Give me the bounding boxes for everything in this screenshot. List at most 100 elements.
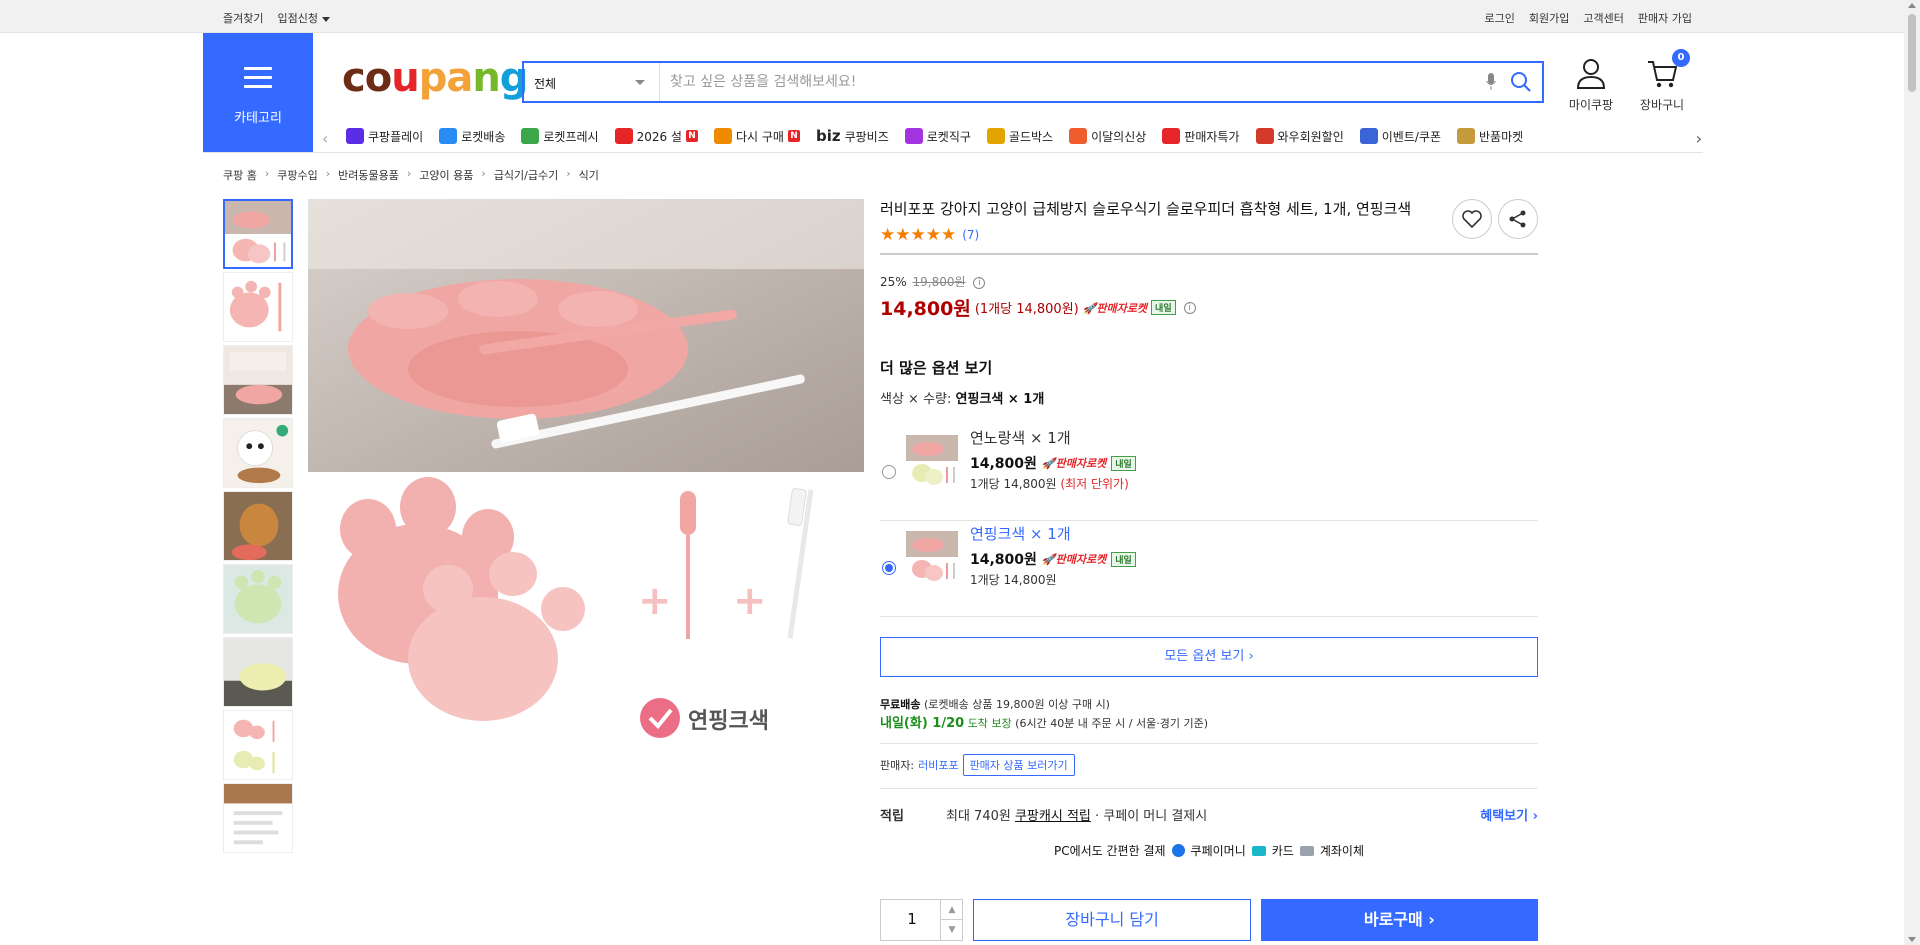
thumbnail-1[interactable] [223,199,293,269]
nav-item-11[interactable]: 이벤트/쿠폰 [1359,127,1441,145]
quantity-increase-icon[interactable]: ▲ [940,900,963,920]
quantity-value[interactable]: 1 [881,910,943,928]
breadcrumb: 쿠팡 홈 › 쿠팡수입 › 반려동물용품 › 고양이 용품 › 급식기/급수기 › 식기 [223,167,599,183]
category-button[interactable]: 카테고리 [203,33,313,152]
nav-item-0[interactable]: 쿠팡플레이 [346,127,423,145]
info-icon[interactable]: i [973,276,986,289]
option-row[interactable]: 연노랑색 × 1개 14,800원 🚀판매자로켓 내일 1개당 14,800원 (최저 … [880,427,1538,521]
option-radio[interactable] [882,561,896,575]
thumbnail-9[interactable] [223,783,293,853]
rating-stars[interactable]: ★★★★★ (7) [880,225,1538,245]
nav-item-label: 2026 설 [636,129,682,144]
seller-products-link[interactable]: 판매자 상품 보러가기 [962,754,1075,776]
thumbnail-4[interactable] [223,418,293,488]
mycoupang-button[interactable]: 마이쿠팡 [1561,58,1621,113]
page-scrollbar[interactable] [1904,0,1920,945]
option-price-row: 14,800원 🚀판매자로켓 내일 [970,453,1136,473]
seller-rocket-badge: 🚀판매자로켓 [1082,301,1148,315]
nav-item-12[interactable]: 반품마켓 [1457,127,1523,145]
scroll-up-icon[interactable] [1908,3,1916,8]
search-input[interactable] [670,71,1470,93]
arrive-tomorrow-badge: 내일 [1151,300,1176,315]
points-suffix: · 쿠페이 머니 결제시 [1090,809,1208,824]
breadcrumb-separator-icon: › [406,167,412,180]
card-icon [1251,845,1266,856]
nav-item-label: 반품마켓 [1479,129,1524,144]
thumbnail-3[interactable] [223,345,293,415]
arrive-tomorrow-badge: 내일 [1111,551,1136,567]
nav-item-label: 이달의신상 [1091,129,1147,144]
nav-item-2[interactable]: 로켓프레시 [521,127,599,145]
nav-item-1[interactable]: 로켓배송 [439,127,505,145]
buy-now-button[interactable]: 바로구매 › [1260,899,1538,941]
payment-method-coupay: 쿠페이머니 [1190,844,1246,858]
share-button[interactable] [1498,199,1538,239]
nav-item-6[interactable]: 로켓직구 [904,127,971,145]
search-icon[interactable] [1510,71,1532,93]
breadcrumb-item[interactable]: 쿠팡수입 [277,167,317,183]
wishlist-button[interactable] [1452,199,1492,239]
option-radio[interactable] [882,465,896,479]
option-unit-price: 1개당 14,800원 [970,573,1057,587]
arrive-tomorrow-badge: 내일 [1111,455,1136,471]
breadcrumb-item[interactable]: 반려동물용품 [338,167,399,183]
thumbnail-6[interactable] [223,564,293,634]
coupang-cash-link[interactable]: 쿠팡캐시 적립 [1015,809,1091,824]
nav-item-label: 골드박스 [1008,129,1054,144]
login-link[interactable]: 로그인 [1485,10,1515,26]
nav-item-9[interactable]: 판매자특가 [1162,127,1240,145]
bookmark-link[interactable]: 즐겨찾기 [223,10,263,26]
option-list: 연노랑색 × 1개 14,800원 🚀판매자로켓 내일 1개당 14,800원 (최저 … [880,427,1538,617]
search-scope-select[interactable]: 전체 [524,63,660,101]
scroll-down-icon[interactable] [1908,937,1916,942]
category-label: 카테고리 [234,111,282,126]
review-count[interactable]: (7) [962,228,979,242]
microphone-icon[interactable] [1486,73,1496,91]
breadcrumb-item[interactable]: 식기 [579,167,599,183]
seller-signup-link[interactable]: 판매자 가입 [1638,10,1692,26]
all-options-button[interactable]: 모든 옵션 보기 › [880,637,1538,677]
main-product-image[interactable]: + + 연핑크색 [308,199,864,755]
thumbnail-8[interactable] [223,710,293,780]
nav-item-8[interactable]: 이달의신상 [1069,127,1146,145]
thumbnail-2[interactable] [223,272,293,342]
seller-name-link[interactable]: 러비포포 [918,757,958,773]
scrollbar-thumb[interactable] [1908,14,1916,92]
cart-count-badge: 0 [1672,49,1690,67]
nav-item-10[interactable]: 와우회원할인 [1255,127,1344,145]
benefits-link[interactable]: 혜택보기 › [1480,805,1538,824]
quantity-stepper[interactable]: 1 ▲ ▼ [880,899,964,941]
more-options-heading: 더 많은 옵션 보기 [880,359,993,377]
nav-item-4[interactable]: 다시 구매 N [713,127,800,145]
coupang-logo[interactable]: coupang [342,55,528,101]
goldbox-icon [986,128,1005,144]
nav-item-3[interactable]: 2026 설N [614,127,698,145]
thumbnail-5[interactable] [223,491,293,561]
add-to-cart-button[interactable]: 장바구니 담기 [973,899,1251,941]
breadcrumb-item[interactable]: 급식기/급수기 [494,167,558,183]
payment-method-card: 카드 [1271,844,1294,858]
payment-method-transfer: 계좌이체 [1319,844,1365,858]
product-info-panel: 러비포포 강아지 고양이 급체방지 슬로우식기 슬로우피더 흡착형 세트, 1개… [880,199,1538,859]
nav-next-icon[interactable]: › [1696,129,1702,148]
cart-button[interactable]: 장바구니 0 [1632,49,1692,113]
nav-item-7[interactable]: 골드박스 [986,127,1054,145]
nav-prev-icon[interactable]: ‹ [322,129,328,148]
signup-link[interactable]: 회원가입 [1529,10,1569,26]
partner-apply-link[interactable]: 입점신청 [277,10,330,26]
nav-item-5[interactable]: biz 쿠팡비즈 [816,127,889,145]
customer-center-link[interactable]: 고객센터 [1583,10,1623,26]
thumbnail-7[interactable] [223,637,293,707]
breadcrumb-item[interactable]: 고양이 용품 [419,167,473,183]
info-icon[interactable]: i [1183,301,1196,314]
breadcrumb-item[interactable]: 쿠팡 홈 [223,167,257,183]
free-shipping-note: (로켓배송 상품 19,800원 이상 구매 시) [923,698,1110,711]
option-row[interactable]: 연핑크색 × 1개 14,800원 🚀판매자로켓 내일 1개당 14,800원 [880,523,1538,617]
option-price: 14,800원 [970,456,1037,472]
quantity-decrease-icon[interactable]: ▼ [940,920,962,940]
wow-icon [1255,128,1274,144]
option-summary-value: 연핑크색 × 1개 [955,392,1045,407]
breadcrumb-separator-icon: › [264,167,270,180]
seller-rocket-badge: 🚀판매자로켓 [1041,457,1107,470]
option-summary-prefix: 색상 × 수량: [880,392,956,407]
